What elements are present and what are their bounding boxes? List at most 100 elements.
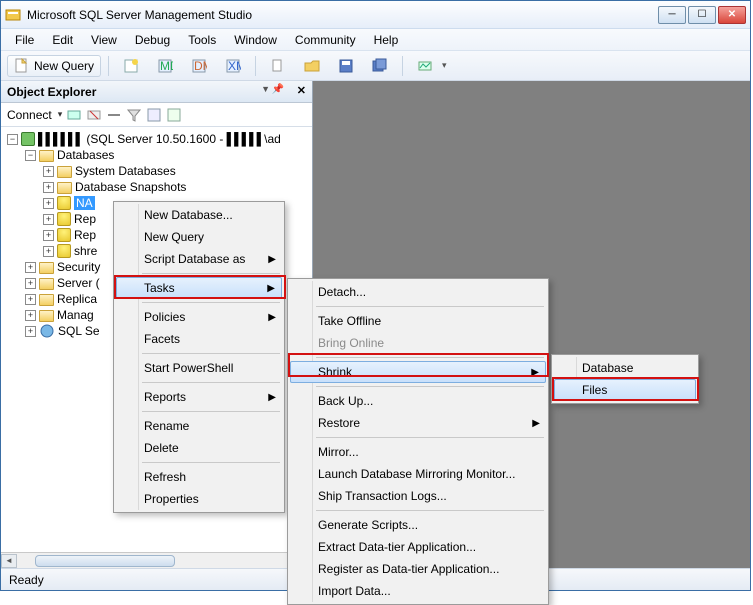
connect-icon-6[interactable] [166, 107, 182, 123]
ctx-reports[interactable]: Reports▶ [116, 386, 282, 408]
expand-icon[interactable]: + [43, 198, 54, 209]
expand-icon[interactable]: + [43, 182, 54, 193]
expand-icon[interactable]: + [43, 230, 54, 241]
folder-icon [57, 166, 72, 178]
tree-server-node[interactable]: − ▌▌▌▌▌▌ (SQL Server 10.50.1600 - ▌▌▌▌▌\… [3, 131, 310, 147]
ctx-back-up[interactable]: Back Up... [290, 390, 546, 412]
ctx-shrink[interactable]: Shrink▶ [290, 361, 546, 383]
ctx-mirror[interactable]: Mirror... [290, 441, 546, 463]
folder-icon [39, 150, 54, 162]
svg-text:MDX: MDX [160, 59, 173, 73]
collapse-icon[interactable]: − [25, 150, 36, 161]
menu-view[interactable]: View [83, 31, 125, 49]
database-icon [57, 196, 71, 210]
maximize-button[interactable]: ☐ [688, 6, 716, 24]
toolbar-sep3 [402, 56, 403, 76]
expand-icon[interactable]: + [25, 278, 36, 289]
connect-icon-5[interactable] [146, 107, 162, 123]
scroll-left-arrow[interactable]: ◄ [1, 554, 17, 568]
tree-databases-node[interactable]: − Databases [3, 147, 310, 163]
ctx-facets[interactable]: Facets [116, 328, 282, 350]
panel-close-icon[interactable]: ✕ [297, 84, 306, 97]
database-icon [57, 228, 71, 242]
toolbar-icon-2[interactable]: MDX [150, 55, 180, 77]
connect-icon-2[interactable] [86, 107, 102, 123]
tree-database-snapshots[interactable]: + Database Snapshots [3, 179, 310, 195]
panel-dropdown-icon[interactable]: ▼ [261, 84, 270, 94]
ctx-register-dta[interactable]: Register as Data-tier Application... [290, 558, 546, 580]
menu-window[interactable]: Window [226, 31, 285, 49]
toolbar-icon-5[interactable] [263, 55, 293, 77]
expand-icon[interactable]: + [25, 294, 36, 305]
ctx-ship-tx-logs[interactable]: Ship Transaction Logs... [290, 485, 546, 507]
selected-db-label: NA [74, 196, 95, 210]
ctx-restore[interactable]: Restore▶ [290, 412, 546, 434]
menu-help[interactable]: Help [366, 31, 407, 49]
system-databases-label: System Databases [75, 164, 176, 178]
connect-dropdown-icon[interactable]: ▾ [58, 109, 63, 120]
ctx-separator [142, 302, 280, 303]
ctx-import-data[interactable]: Import Data... [290, 580, 546, 602]
toolbar-icon-3[interactable]: DMX [184, 55, 214, 77]
ctx-detach[interactable]: Detach... [290, 281, 546, 303]
object-explorer-titlebar: Object Explorer ▼ 📌 ✕ [1, 81, 312, 103]
toolbar-saveall-icon[interactable] [365, 55, 395, 77]
ctx-refresh[interactable]: Refresh [116, 466, 282, 488]
connect-label[interactable]: Connect [7, 108, 52, 122]
ctx-launch-mirroring[interactable]: Launch Database Mirroring Monitor... [290, 463, 546, 485]
new-query-button[interactable]: New Query [7, 55, 101, 77]
ctx-new-query[interactable]: New Query [116, 226, 282, 248]
collapse-icon[interactable]: − [7, 134, 18, 145]
scroll-thumb[interactable] [35, 555, 175, 567]
ctx-extract-dta[interactable]: Extract Data-tier Application... [290, 536, 546, 558]
ctx-script-database-as[interactable]: Script Database as▶ [116, 248, 282, 270]
titlebar: Microsoft SQL Server Management Studio ─… [1, 1, 750, 29]
toolbar: New Query MDX DMX XML ▾ [1, 51, 750, 81]
expand-icon[interactable]: + [25, 262, 36, 273]
toolbar-dropdown-icon[interactable]: ▾ [442, 60, 447, 71]
ctx-tasks[interactable]: Tasks▶ [116, 277, 282, 299]
expand-icon[interactable]: + [43, 214, 54, 225]
database-icon [57, 212, 71, 226]
horizontal-scrollbar[interactable]: ◄ ► [1, 552, 312, 568]
folder-icon [39, 294, 54, 306]
ctx-take-offline[interactable]: Take Offline [290, 310, 546, 332]
context-menu-tasks: Detach... Take Offline Bring Online Shri… [287, 278, 549, 605]
ctx-properties[interactable]: Properties [116, 488, 282, 510]
manag-label: Manag [57, 308, 94, 322]
close-button[interactable]: ✕ [718, 6, 746, 24]
toolbar-open-icon[interactable] [297, 55, 327, 77]
ctx-separator [142, 382, 280, 383]
menu-edit[interactable]: Edit [44, 31, 81, 49]
svg-text:DMX: DMX [194, 59, 207, 73]
ctx-delete[interactable]: Delete [116, 437, 282, 459]
connect-icon-3[interactable] [106, 107, 122, 123]
ctx-shrink-database[interactable]: Database [554, 357, 696, 379]
menu-file[interactable]: File [7, 31, 42, 49]
expand-icon[interactable]: + [25, 326, 36, 337]
ctx-shrink-files[interactable]: Files [554, 379, 696, 401]
menu-tools[interactable]: Tools [180, 31, 224, 49]
tree-system-databases[interactable]: + System Databases [3, 163, 310, 179]
ctx-start-powershell[interactable]: Start PowerShell [116, 357, 282, 379]
menu-debug[interactable]: Debug [127, 31, 178, 49]
new-query-label: New Query [34, 59, 94, 73]
menu-community[interactable]: Community [287, 31, 364, 49]
toolbar-activity-icon[interactable] [410, 55, 440, 77]
expand-icon[interactable]: + [43, 166, 54, 177]
expand-icon[interactable]: + [43, 246, 54, 257]
ctx-separator [316, 386, 544, 387]
ctx-policies[interactable]: Policies▶ [116, 306, 282, 328]
filter-icon[interactable] [126, 107, 142, 123]
ctx-generate-scripts[interactable]: Generate Scripts... [290, 514, 546, 536]
pin-icon[interactable]: 📌 [272, 84, 284, 95]
toolbar-icon-4[interactable]: XML [218, 55, 248, 77]
window-title: Microsoft SQL Server Management Studio [27, 8, 658, 22]
toolbar-save-icon[interactable] [331, 55, 361, 77]
expand-icon[interactable]: + [25, 310, 36, 321]
toolbar-icon-1[interactable] [116, 55, 146, 77]
ctx-rename[interactable]: Rename [116, 415, 282, 437]
connect-icon-1[interactable] [66, 107, 82, 123]
ctx-new-database[interactable]: New Database... [116, 204, 282, 226]
minimize-button[interactable]: ─ [658, 6, 686, 24]
